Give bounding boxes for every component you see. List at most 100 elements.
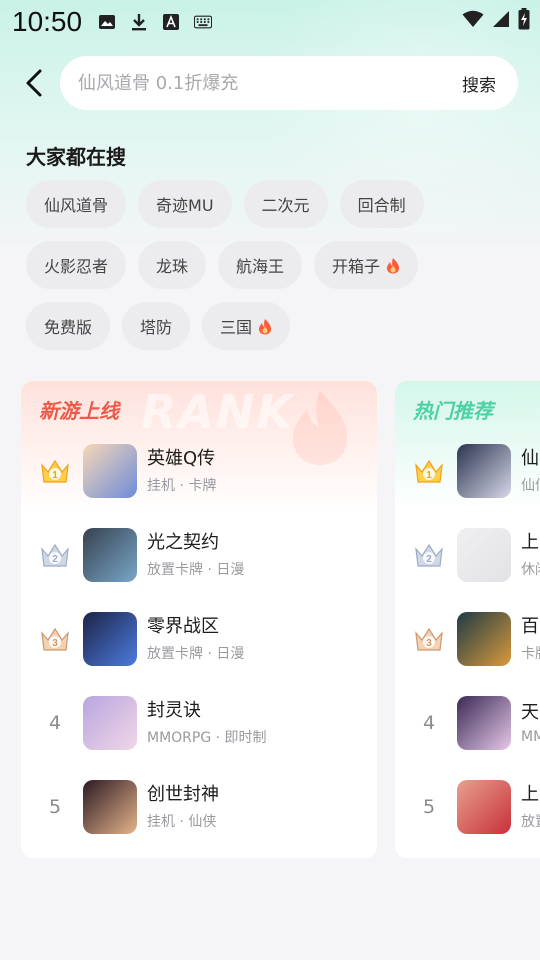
game-name: 零界战区 xyxy=(147,616,219,637)
svg-text:3: 3 xyxy=(52,638,58,649)
game-tags: 仙仙 xyxy=(521,478,540,494)
game-name: 封灵诀 xyxy=(147,700,201,721)
game-tags: 休闲 xyxy=(521,562,540,578)
rank-item[interactable]: 3 零界战区放置卡牌 · 日漫 xyxy=(21,597,377,681)
game-tags: 挂机 · 卡牌 xyxy=(147,478,217,494)
hot-search-tag[interactable]: 航海王 xyxy=(218,241,303,289)
rank-crown-icon: 1 xyxy=(37,455,73,487)
tag-label: 回合制 xyxy=(357,196,406,215)
rank-item[interactable]: 4 天 MM xyxy=(395,681,540,765)
rank-item[interactable]: 5 上放置 xyxy=(395,765,540,849)
rank-item[interactable]: 3 百卡牌 xyxy=(395,597,540,681)
game-tags: 放置卡牌 · 日漫 xyxy=(147,646,245,662)
rank-item[interactable]: 2 光之契约放置卡牌 · 日漫 xyxy=(21,513,377,597)
game-info: 创世封神 挂机 · 仙侠 xyxy=(147,783,219,831)
game-info: 仙仙仙 xyxy=(521,447,540,495)
rank-item[interactable]: 1 英雄Q传挂机 · 卡牌 xyxy=(21,429,377,513)
new-games-title: 新游上线 xyxy=(39,399,119,423)
rank-item[interactable]: 5 创世封神 挂机 · 仙侠 xyxy=(21,765,377,849)
game-info: 光之契约放置卡牌 · 日漫 xyxy=(147,531,244,579)
rank-number: 5 xyxy=(422,796,436,818)
game-icon xyxy=(83,696,137,750)
tag-row: 仙风道骨 奇迹MU 二次元 回合制 xyxy=(26,180,526,228)
search-box: 搜索 xyxy=(60,56,518,110)
tag-label: 塔防 xyxy=(140,318,173,337)
back-button[interactable] xyxy=(14,63,54,103)
rank-crown-icon: 1 xyxy=(411,455,447,487)
hot-search-tag[interactable]: 塔防 xyxy=(122,302,191,350)
game-name: 光之契约 xyxy=(147,532,219,553)
game-tags: 放置 xyxy=(521,814,540,830)
fire-icon xyxy=(258,318,272,335)
new-games-card: RANK 新游上线 1 英雄Q传 挂机 · 卡牌 2 光之契约 放置卡牌 · 日漫 3 零界战… xyxy=(21,381,377,858)
rank-crown-icon: 2 xyxy=(411,539,447,571)
game-name: 天 xyxy=(521,702,539,723)
game-info: 英雄Q传挂机 · 卡牌 xyxy=(147,447,216,495)
rank-number: 4 xyxy=(422,712,436,734)
game-icon xyxy=(457,696,511,750)
tag-label: 航海王 xyxy=(236,257,285,276)
rank-number: 5 xyxy=(48,796,62,818)
game-icon xyxy=(83,444,137,498)
game-tags: 挂机 · 仙侠 xyxy=(147,814,217,830)
search-button[interactable]: 搜索 xyxy=(462,71,496,96)
game-icon xyxy=(83,612,137,666)
hot-search-tag[interactable]: 开箱子 xyxy=(314,241,419,289)
svg-text:2: 2 xyxy=(426,554,432,565)
hot-searches-title: 大家都在搜 xyxy=(26,145,126,169)
svg-text:2: 2 xyxy=(52,554,58,565)
game-name: 英雄Q传 xyxy=(147,448,216,469)
hot-search-tag[interactable]: 仙风道骨 xyxy=(26,180,127,228)
hot-search-tag[interactable]: 免费版 xyxy=(26,302,111,350)
tag-label: 二次元 xyxy=(261,196,310,215)
hot-search-tag[interactable]: 龙珠 xyxy=(138,241,207,289)
game-tags: MM xyxy=(521,729,540,745)
game-name: 上 xyxy=(521,784,539,805)
svg-text:1: 1 xyxy=(426,470,432,481)
fire-icon xyxy=(386,257,400,274)
search-input[interactable] xyxy=(78,72,462,94)
status-bar: 10:50 xyxy=(0,0,540,44)
rank-item[interactable]: 1仙仙仙 xyxy=(395,429,540,513)
tag-label: 火影忍者 xyxy=(44,257,109,276)
tag-label: 免费版 xyxy=(44,318,93,337)
tag-label: 龙珠 xyxy=(156,257,189,276)
game-icon xyxy=(457,780,511,834)
rank-number: 4 xyxy=(48,712,62,734)
rank-crown-icon: 3 xyxy=(411,623,447,655)
search-bar-row: 搜索 xyxy=(0,56,540,110)
tag-label: 仙风道骨 xyxy=(44,196,109,215)
game-icon xyxy=(457,612,511,666)
rank-item[interactable]: 2 上休闲 xyxy=(395,513,540,597)
svg-text:3: 3 xyxy=(426,638,432,649)
game-tags: 放置卡牌 · 日漫 xyxy=(147,562,245,578)
game-info: 百卡牌 xyxy=(521,615,540,663)
tag-row: 火影忍者 龙珠 航海王 开箱子 xyxy=(26,241,526,289)
game-tags: 卡牌 xyxy=(521,646,540,662)
hot-search-tag[interactable]: 回合制 xyxy=(339,180,424,228)
hot-search-tag[interactable]: 二次元 xyxy=(243,180,328,228)
status-time: 10:50 xyxy=(12,6,83,37)
rank-item[interactable]: 4 封灵诀 MMORPG · 即时制 xyxy=(21,681,377,765)
new-games-list: 1 英雄Q传 挂机 · 卡牌 2 光之契约 放置卡牌 · 日漫 3 零界战区 放置卡牌 · 日漫… xyxy=(21,429,377,849)
game-name: 仙 xyxy=(521,448,539,469)
ranking-cards: RANK 新游上线 1 英雄Q传 挂机 · 卡牌 2 光之契约 放置卡牌 · 日漫 3 零界战… xyxy=(21,381,540,859)
tag-label: 奇迹MU xyxy=(156,196,214,215)
back-arrow-icon xyxy=(26,69,42,97)
game-info: 零界战区放置卡牌 · 日漫 xyxy=(147,615,244,663)
game-name: 百 xyxy=(521,616,539,637)
game-icon xyxy=(83,780,137,834)
hot-search-tag[interactable]: 火影忍者 xyxy=(26,241,127,289)
svg-text:1: 1 xyxy=(52,470,58,481)
hot-search-tag[interactable]: 奇迹MU xyxy=(138,180,232,228)
image-icon xyxy=(98,13,116,31)
game-icon xyxy=(457,528,511,582)
game-info: 上放置 xyxy=(521,783,540,831)
hot-search-tag[interactable]: 三国 xyxy=(202,302,291,350)
game-info: 封灵诀 MMORPG · 即时制 xyxy=(147,699,267,747)
game-info: 天 MM xyxy=(521,701,540,745)
game-info: 上休闲 xyxy=(521,531,540,579)
download-icon xyxy=(130,13,148,31)
tag-label: 三国 xyxy=(220,318,253,337)
rank-crown-icon: 2 xyxy=(37,539,73,571)
